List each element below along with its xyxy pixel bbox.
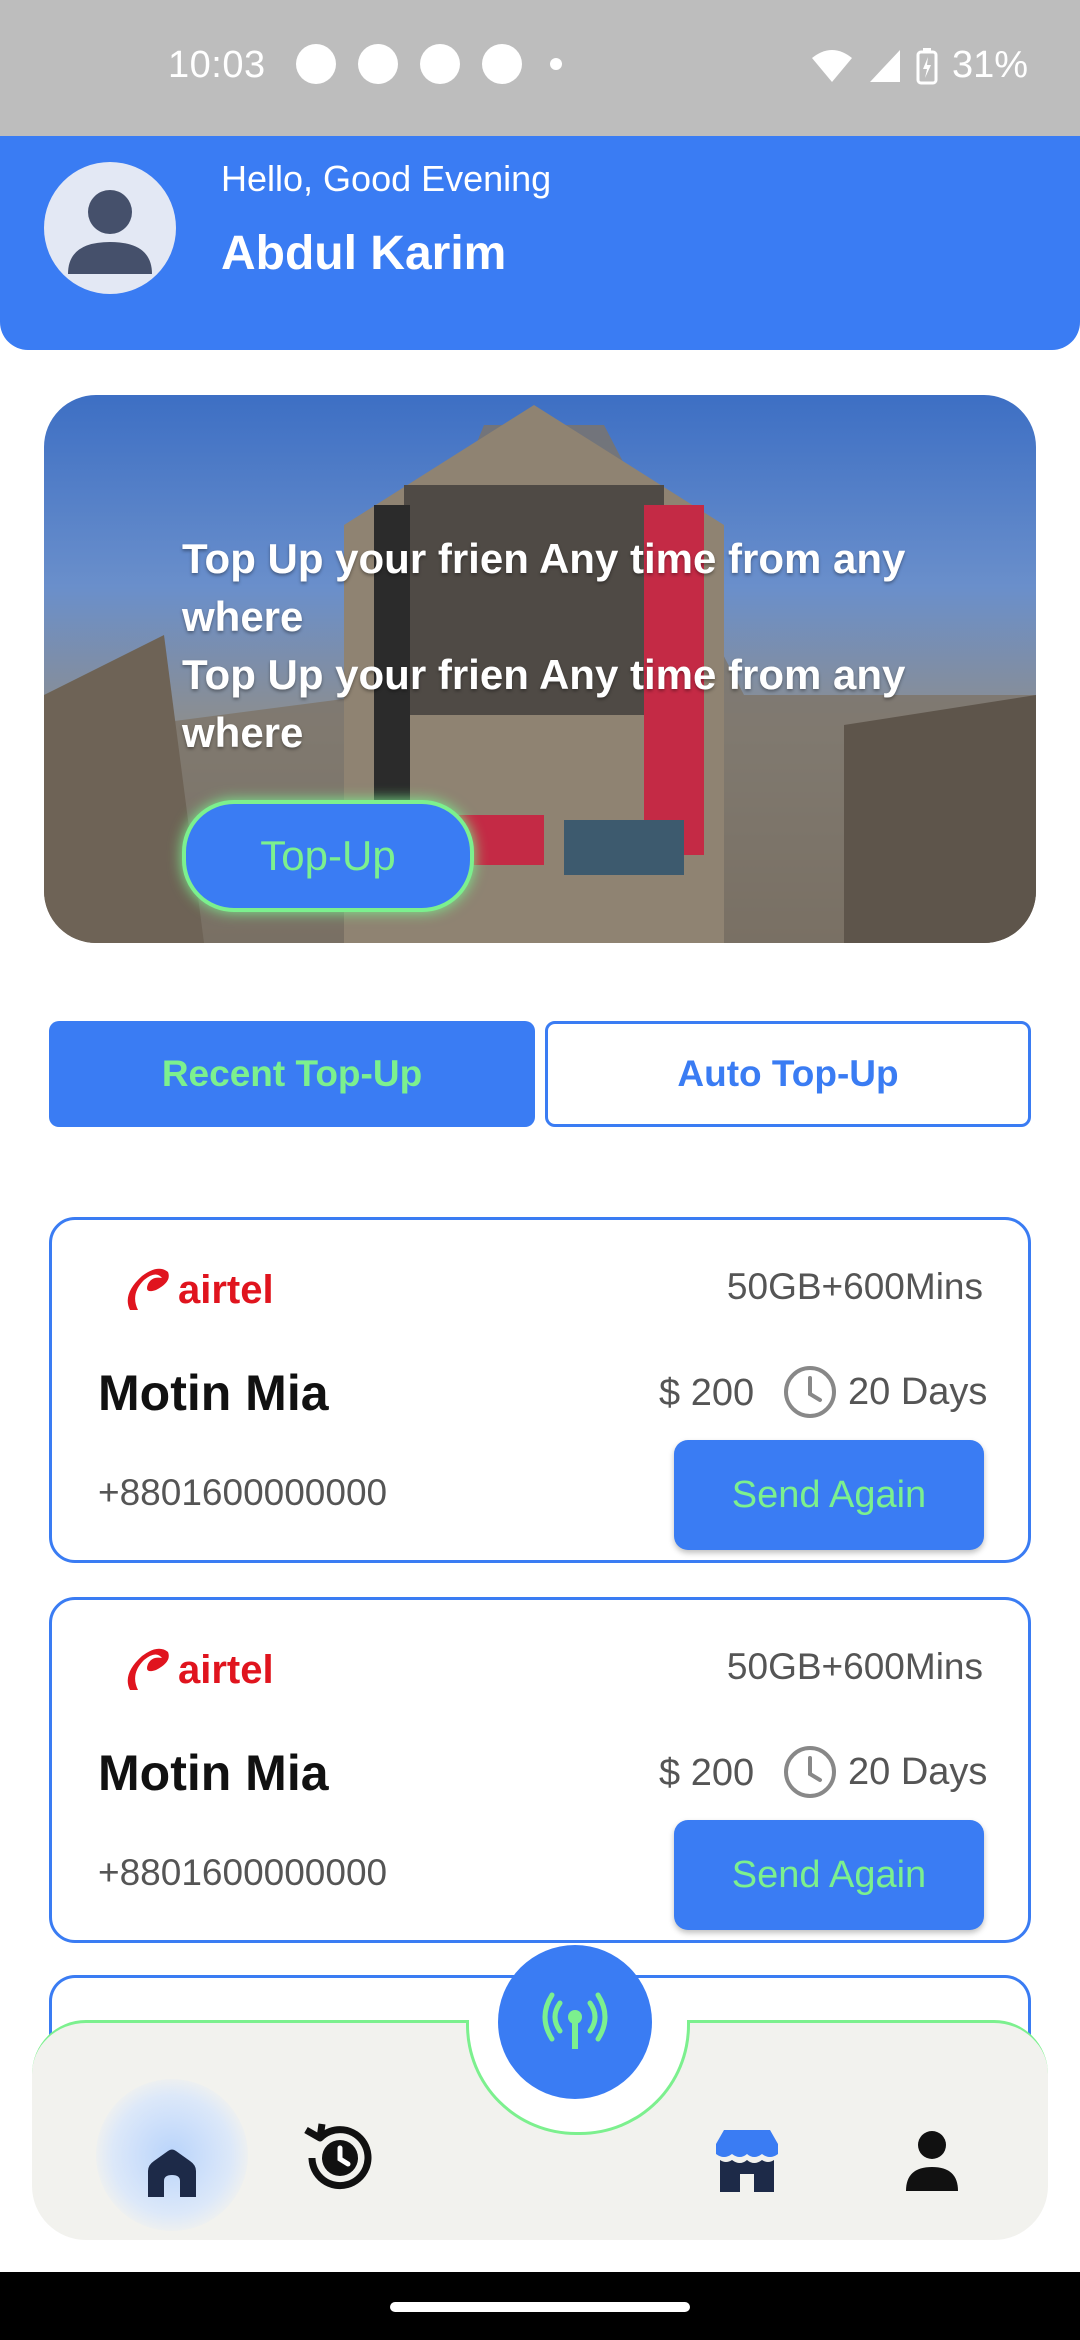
avatar-person-icon — [68, 190, 152, 274]
operator-logo: airtel — [120, 1644, 274, 1696]
avatar[interactable] — [44, 162, 176, 294]
status-time: 10:03 — [168, 44, 266, 86]
clock-icon — [784, 1746, 836, 1798]
profile-header: Hello, Good Evening Abdul Karim — [0, 136, 1080, 350]
battery-percent: 31% — [951, 44, 1028, 86]
price-text: $ 200 — [659, 1752, 755, 1794]
whatsapp-icon — [296, 44, 336, 84]
topup-button[interactable]: Top-Up — [182, 800, 474, 912]
more-notifications-icon — [550, 58, 562, 70]
signal-tower-icon — [542, 1992, 608, 2049]
store-icon — [716, 2130, 778, 2192]
plan-text: 50GB+600Mins — [726, 1266, 983, 1307]
operator-logo: airtel — [120, 1264, 274, 1316]
send-again-button[interactable]: Send Again — [674, 1440, 984, 1550]
validity-text: 20 Days — [848, 1370, 988, 1413]
phone-number: +8801600000000 — [98, 1472, 388, 1513]
banner-text: Top Up your frien Any time from any wher… — [182, 530, 942, 762]
chat-icon — [482, 44, 522, 84]
topup-card: airtel 50GB+600Mins Motin Mia $ 200 20 D… — [49, 1217, 1031, 1563]
phone-number: +8801600000000 — [98, 1852, 388, 1893]
skype-icon — [420, 44, 460, 84]
cell-signal-icon — [869, 49, 900, 82]
home-icon — [148, 2149, 196, 2197]
operator-name: airtel — [178, 1647, 274, 1692]
history-icon — [304, 2123, 372, 2190]
banner-line-2: Top Up your frien Any time from any wher… — [182, 651, 906, 756]
battery-icon — [916, 47, 938, 84]
nav-home[interactable] — [132, 2133, 212, 2213]
recipient-name: Motin Mia — [98, 1745, 329, 1801]
greeting-text: Hello, Good Evening — [221, 158, 552, 199]
status-bar: 10:03 31% — [0, 0, 1080, 136]
home-gesture-bar[interactable] — [390, 2302, 690, 2312]
validity-text: 20 Days — [848, 1750, 988, 1793]
airtel-icon — [127, 1268, 169, 1310]
status-notification-icons — [296, 44, 562, 84]
nav-history[interactable] — [290, 2108, 390, 2208]
profile-icon — [906, 2131, 958, 2191]
messenger-icon — [358, 44, 398, 84]
banner-line-1: Top Up your frien Any time from any wher… — [182, 535, 906, 640]
tab-recent-topup[interactable]: Recent Top-Up — [49, 1021, 535, 1127]
promo-banner: Top Up your frien Any time from any wher… — [44, 395, 1036, 943]
plan-text: 50GB+600Mins — [726, 1646, 983, 1687]
airtel-icon — [127, 1648, 169, 1690]
status-right: 31% — [810, 44, 1028, 87]
topup-fab-button[interactable] — [498, 1945, 652, 2099]
validity: 20 Days — [782, 1364, 987, 1420]
operator-name: airtel — [178, 1267, 274, 1312]
recipient-name: Motin Mia — [98, 1365, 329, 1421]
user-name: Abdul Karim — [221, 227, 507, 280]
nav-store[interactable] — [697, 2111, 797, 2211]
nav-profile[interactable] — [882, 2111, 982, 2211]
tab-auto-topup[interactable]: Auto Top-Up — [545, 1021, 1031, 1127]
topup-card: airtel 50GB+600Mins Motin Mia $ 200 20 D… — [49, 1597, 1031, 1943]
validity: 20 Days — [782, 1744, 987, 1800]
wifi-icon — [811, 49, 852, 82]
price-text: $ 200 — [659, 1372, 755, 1414]
send-again-button[interactable]: Send Again — [674, 1820, 984, 1930]
clock-icon — [784, 1366, 836, 1418]
